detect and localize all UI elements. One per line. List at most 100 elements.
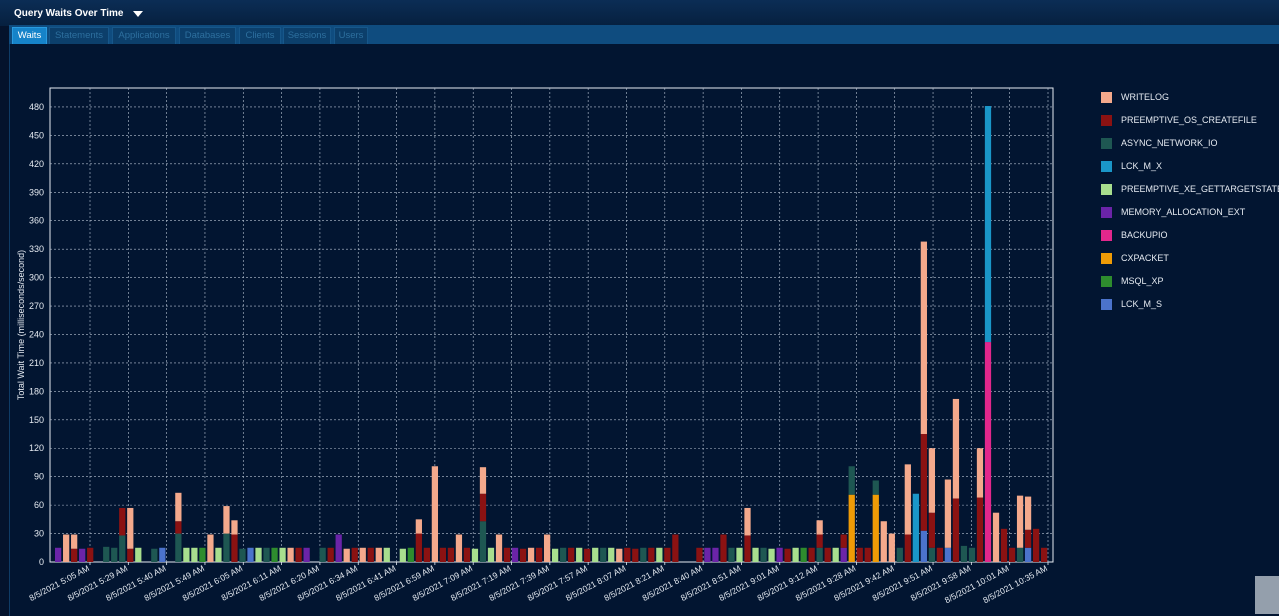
bar-segment xyxy=(135,547,142,562)
bar-segment xyxy=(584,548,591,562)
legend-label: MEMORY_ALLOCATION_EXT xyxy=(1121,207,1246,217)
bar-segment xyxy=(415,533,422,562)
legend-item[interactable]: MSQL_XP xyxy=(1101,275,1271,289)
bar-segment xyxy=(479,493,487,522)
bar-segment xyxy=(904,534,911,562)
bar-segment xyxy=(576,547,583,562)
legend-swatch xyxy=(1101,184,1112,195)
legend-item[interactable]: CXPACKET xyxy=(1101,252,1271,266)
y-tick-label: 210 xyxy=(29,358,44,368)
legend-swatch xyxy=(1101,276,1112,287)
bar-segment xyxy=(592,547,599,562)
legend-item[interactable]: PREEMPTIVE_OS_CREATEFILE xyxy=(1101,114,1271,128)
bar-segment xyxy=(864,547,871,562)
bar-segment xyxy=(87,547,94,562)
bar-segment xyxy=(191,547,198,562)
plot-area xyxy=(49,87,1054,563)
bar-segment xyxy=(768,548,775,562)
bar-segment xyxy=(487,547,495,562)
legend-item[interactable]: BACKUPIO xyxy=(1101,229,1271,243)
bar-segment xyxy=(535,547,543,562)
bar-segment xyxy=(103,546,110,562)
bar-segment xyxy=(383,547,390,562)
legend-label: CXPACKET xyxy=(1121,253,1169,263)
bar-segment xyxy=(776,547,783,562)
bar-segment xyxy=(159,547,166,562)
bar-segment xyxy=(375,547,382,562)
legend-swatch xyxy=(1101,92,1112,103)
bar-segment xyxy=(672,534,679,562)
bar-segment xyxy=(199,547,206,562)
legend-item[interactable]: WRITELOG xyxy=(1101,91,1271,105)
legend-label: ASYNC_NETWORK_IO xyxy=(1121,138,1218,148)
legend-label: LCK_M_S xyxy=(1121,299,1163,309)
bar-segment xyxy=(231,520,238,535)
legend-item[interactable]: PREEMPTIVE_XE_GETTARGETSTATE xyxy=(1101,183,1279,197)
bar-segment xyxy=(423,547,430,562)
bar-segment xyxy=(231,534,238,562)
legend-label: LCK_M_X xyxy=(1121,161,1163,171)
bar-segment xyxy=(640,547,647,562)
legend-swatch xyxy=(1101,115,1112,126)
bar-segment xyxy=(55,547,62,562)
y-tick-label: 360 xyxy=(29,216,44,226)
legend-item[interactable]: MEMORY_ALLOCATION_EXT xyxy=(1101,206,1271,220)
bar-segment xyxy=(151,548,158,562)
bar-segment xyxy=(816,534,823,548)
bar-segment xyxy=(984,342,992,562)
bar-segment xyxy=(175,533,182,562)
bar-segment xyxy=(1008,547,1016,562)
bar-segment xyxy=(704,547,711,562)
bar-segment xyxy=(720,534,727,562)
bar-segment xyxy=(928,448,936,513)
y-tick-label: 420 xyxy=(29,159,44,169)
bar-segment xyxy=(447,547,455,562)
vendor-logo xyxy=(1255,576,1279,614)
bar-segment xyxy=(183,547,190,562)
bar-segment xyxy=(271,547,278,562)
bar-segment xyxy=(359,547,366,562)
bar-segment xyxy=(752,547,759,562)
y-tick-label: 330 xyxy=(29,244,44,254)
bar-segment xyxy=(872,494,879,562)
bar-segment xyxy=(279,547,286,562)
bar-segment xyxy=(920,434,927,531)
bar-segment xyxy=(1032,528,1040,562)
y-tick-label: 150 xyxy=(29,415,44,425)
bar-segment xyxy=(503,547,511,562)
bar-segment xyxy=(247,547,254,562)
legend-item[interactable]: ASYNC_NETWORK_IO xyxy=(1101,137,1271,151)
legend-item[interactable]: LCK_M_S xyxy=(1101,298,1271,312)
bar-segment xyxy=(936,547,944,562)
legend-item[interactable]: LCK_M_X xyxy=(1101,160,1271,174)
bar-segment xyxy=(800,547,807,562)
bar-segment xyxy=(976,497,984,562)
y-tick-label: 30 xyxy=(34,529,44,539)
bar-segment xyxy=(175,492,182,522)
bar-segment xyxy=(223,533,230,562)
bar-segment xyxy=(111,547,118,562)
bar-segment xyxy=(744,507,751,536)
bar-segment xyxy=(560,547,567,562)
bar-segment xyxy=(527,547,535,562)
y-tick-label: 90 xyxy=(34,472,44,482)
y-axis-label: Total Wait Time (milliseconds/second) xyxy=(16,250,26,400)
bar-segment xyxy=(648,547,655,562)
bar-segment xyxy=(632,548,639,562)
bar-segment xyxy=(784,548,791,562)
bar-segment xyxy=(327,547,334,562)
bar-segment xyxy=(904,464,911,535)
wait-time-chart: 0 30 60 90 120 150 180 210 240 270 300 330 360 390 420… xyxy=(16,87,1054,605)
y-tick-label: 120 xyxy=(29,443,44,453)
bar-segment xyxy=(824,547,831,562)
legend-swatch xyxy=(1101,253,1112,264)
y-tick-label: 300 xyxy=(29,273,44,283)
legend-label: BACKUPIO xyxy=(1121,230,1168,240)
legend-label: WRITELOG xyxy=(1121,92,1170,102)
bar-segment xyxy=(287,547,294,562)
bar-segment xyxy=(343,548,350,562)
bar-segment xyxy=(728,547,735,562)
y-tick-label: 390 xyxy=(29,187,44,197)
legend-swatch xyxy=(1101,207,1112,218)
bar-segment xyxy=(367,547,374,562)
